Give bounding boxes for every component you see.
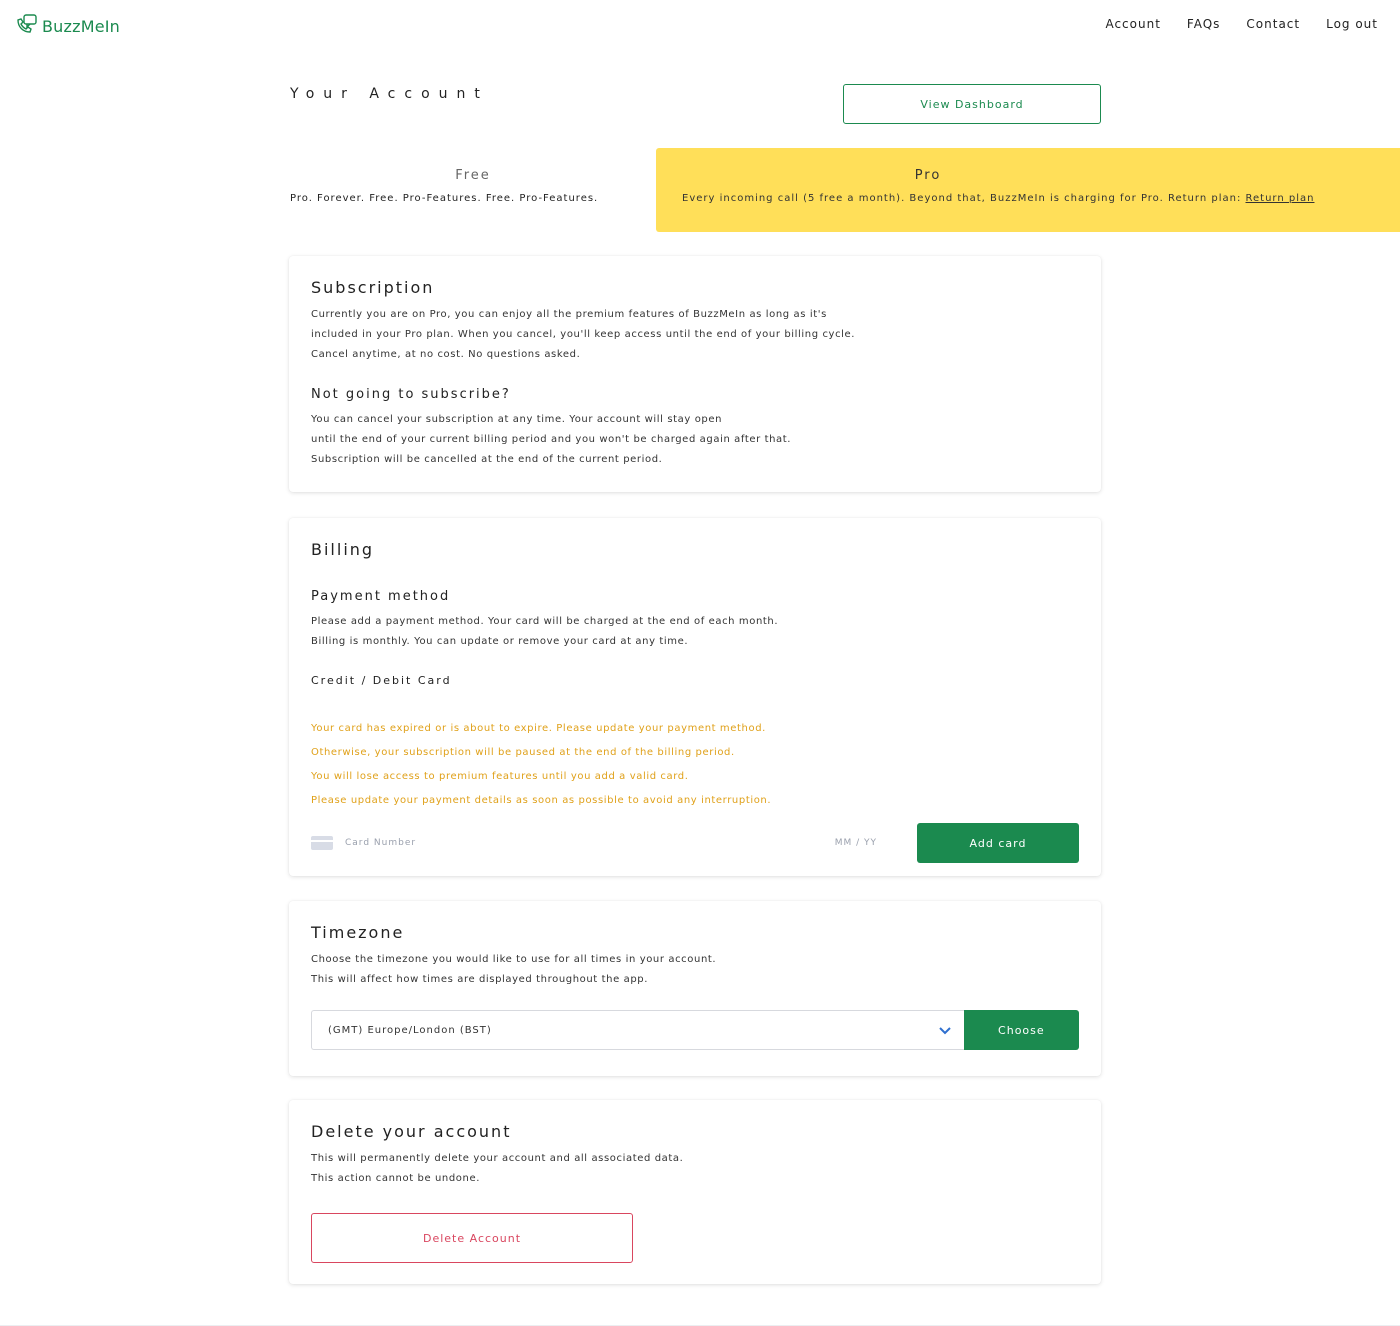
choose-timezone-button[interactable]: Choose — [963, 1010, 1079, 1050]
billing-title: Billing — [311, 540, 375, 559]
nav-links: Account FAQs Contact Log out — [1105, 17, 1378, 31]
cancel-section-text: until the end of your current billing pe… — [311, 434, 792, 445]
plan-free-name: Free — [455, 168, 491, 183]
plan-free-description: Pro. Forever. Free. Pro-Features. Free. … — [290, 193, 599, 204]
billing-warning: You will lose access to premium features… — [311, 771, 689, 782]
delete-title: Delete your account — [311, 1122, 512, 1141]
payment-method-text: Billing is monthly. You can update or re… — [311, 636, 689, 647]
credit-card-icon — [311, 836, 333, 850]
nav-contact[interactable]: Contact — [1246, 17, 1300, 31]
plan-current-description: Every incoming call (5 free a month). Be… — [656, 193, 1400, 204]
timezone-card: Timezone Choose the timezone you would l… — [289, 901, 1101, 1076]
plan-current: Pro Every incoming call (5 free a month)… — [656, 148, 1400, 232]
cancel-section-title: Not going to subscribe? — [311, 387, 511, 402]
delete-account-button[interactable]: Delete Account — [311, 1213, 633, 1263]
subscription-card: Subscription Currently you are on Pro, y… — [289, 256, 1101, 492]
billing-card: Billing Payment method Please add a paym… — [289, 518, 1101, 876]
page-title: Your Account — [290, 86, 489, 102]
timezone-row: (GMT) Europe/London (BST) Choose — [311, 1010, 1079, 1050]
subscription-title: Subscription — [311, 278, 435, 297]
timezone-text: This will affect how times are displayed… — [311, 974, 648, 985]
payment-method-title: Payment method — [311, 589, 451, 604]
top-nav: BuzzMeIn Account FAQs Contact Log out — [0, 0, 1400, 52]
billing-warning: Your card has expired or is about to exp… — [311, 723, 766, 734]
card-input-row: Card Number MM / YY Add card — [311, 823, 1079, 863]
nav-faqs[interactable]: FAQs — [1187, 17, 1221, 31]
card-expiry-field[interactable]: MM / YY — [835, 838, 877, 848]
subscription-text: Cancel anytime, at no cost. No questions… — [311, 349, 581, 360]
billing-warning: Please update your payment details as so… — [311, 795, 772, 806]
plan-current-text: Every incoming call (5 free a month). Be… — [682, 193, 1246, 204]
brand-name: BuzzMeIn — [42, 16, 121, 36]
subscription-text: Currently you are on Pro, you can enjoy … — [311, 309, 827, 320]
timezone-select[interactable]: (GMT) Europe/London (BST) — [311, 1010, 964, 1050]
chat-phone-icon — [16, 14, 38, 38]
cancel-section-text: Subscription will be cancelled at the en… — [311, 454, 663, 465]
delete-text: This action cannot be undone. — [311, 1173, 480, 1184]
add-card-button[interactable]: Add card — [917, 823, 1079, 863]
plan-current-name: Pro — [914, 168, 942, 183]
delete-account-card: Delete your account This will permanentl… — [289, 1100, 1101, 1284]
billing-warning: Otherwise, your subscription will be pau… — [311, 747, 735, 758]
timezone-title: Timezone — [311, 923, 405, 942]
nav-account[interactable]: Account — [1105, 17, 1160, 31]
timezone-text: Choose the timezone you would like to us… — [311, 954, 717, 965]
subscription-text: included in your Pro plan. When you canc… — [311, 329, 856, 340]
return-plan-link[interactable]: Return plan — [1246, 193, 1315, 204]
brand-logo[interactable]: BuzzMeIn — [16, 14, 120, 38]
card-number-field[interactable]: Card Number — [345, 838, 416, 848]
view-dashboard-button[interactable]: View Dashboard — [843, 84, 1101, 124]
plan-free[interactable]: Free Pro. Forever. Free. Pro-Features. F… — [290, 148, 656, 232]
payment-method-text: Please add a payment method. Your card w… — [311, 616, 779, 627]
chevron-down-icon — [938, 1023, 952, 1037]
nav-logout[interactable]: Log out — [1326, 17, 1378, 31]
delete-text: This will permanently delete your accoun… — [311, 1153, 684, 1164]
card-type-label: Credit / Debit Card — [311, 674, 452, 687]
cancel-section-text: You can cancel your subscription at any … — [311, 414, 723, 425]
timezone-selected-value: (GMT) Europe/London (BST) — [328, 1024, 492, 1036]
